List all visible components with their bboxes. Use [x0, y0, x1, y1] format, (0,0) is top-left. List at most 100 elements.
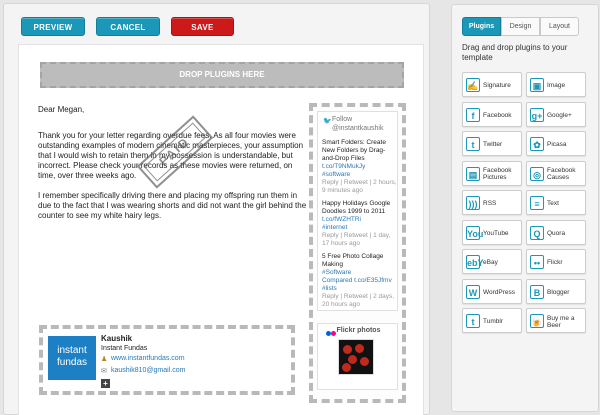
- tweet-text: Smart Folders: Create New Folders by Dra…: [322, 139, 386, 162]
- signature-widget[interactable]: instant fundas Kaushik Instant Fundas ♟ w…: [45, 331, 289, 389]
- flickr-icon: ••: [530, 255, 544, 269]
- plugin-text[interactable]: ≡ Text: [526, 190, 586, 215]
- wordpress-icon: W: [466, 284, 480, 299]
- plugin-blogger[interactable]: B Blogger: [526, 278, 586, 304]
- facebook-icon: f: [466, 107, 480, 122]
- googleplus-icon: g+: [530, 107, 544, 122]
- letter-greeting: Dear Megan,: [38, 105, 85, 114]
- tweet: Smart Folders: Create New Folders by Dra…: [322, 139, 397, 195]
- plugin-label: Twitter: [483, 141, 503, 148]
- plugin-label: Picasa: [547, 141, 567, 148]
- plugin-signature[interactable]: ✍ Signature: [462, 72, 522, 97]
- tweet-text: 5 Free Photo Collage Making: [322, 253, 384, 268]
- plugin-label: Text: [547, 200, 559, 207]
- plugin-image[interactable]: ▣ Image: [526, 72, 586, 97]
- twitter-handle[interactable]: @instantkaushik: [332, 124, 383, 133]
- tab-layout[interactable]: Layout: [540, 17, 579, 36]
- ebay-icon: ebY: [466, 255, 484, 269]
- preview-button[interactable]: PREVIEW: [21, 17, 85, 36]
- plugin-buy-me-a-beer[interactable]: 🍺 Buy me a Beer: [526, 308, 586, 333]
- tumblr-icon: t: [466, 314, 480, 328]
- twitter-widget[interactable]: 🐦 Follow @instantkaushik Smart Folders: …: [317, 111, 398, 311]
- plugin-facebook-pictures[interactable]: ▤ Facebook Pictures: [462, 160, 522, 186]
- logo-line: fundas: [56, 357, 88, 368]
- blogger-icon: B: [530, 284, 544, 299]
- tweet-meta: Reply | Retweet | 2 days, 20 hours ago: [322, 293, 395, 308]
- beer-icon: 🍺: [530, 314, 544, 328]
- plugin-label: Signature: [483, 82, 511, 89]
- text-icon: ≡: [530, 196, 544, 210]
- plugin-label: Facebook Pictures: [483, 167, 512, 181]
- plugin-wordpress[interactable]: W WordPress: [462, 278, 522, 304]
- rss-icon: ))): [466, 196, 480, 210]
- signature-website[interactable]: www.instantfundas.com: [111, 355, 185, 362]
- signature-email-row[interactable]: ✉ kaushik810@gmail.com: [101, 367, 185, 375]
- image-icon: ▣: [530, 78, 544, 92]
- plugin-rss[interactable]: ))) RSS: [462, 190, 522, 215]
- letter-paragraph: I remember specifically driving there an…: [38, 191, 307, 220]
- signature-website-row[interactable]: ♟ www.instantfundas.com: [101, 355, 185, 363]
- save-button[interactable]: SAVE: [171, 17, 234, 36]
- editor-panel: PREVIEW CANCEL SAVE DROP PLUGINS HERE De…: [3, 3, 430, 415]
- tweet-hashtag[interactable]: #internet: [322, 224, 397, 232]
- flickr-widget[interactable]: Flickr photos: [317, 323, 398, 390]
- plugin-twitter[interactable]: t Twitter: [462, 131, 522, 156]
- tweet-text: Happy Holidays Google Doodles 1999 to 20…: [322, 200, 391, 215]
- add-icon[interactable]: +: [101, 379, 110, 388]
- plugin-facebook-causes[interactable]: ◎ Facebook Causes: [526, 160, 586, 186]
- signature-icon: ✍: [466, 78, 480, 92]
- tweet-link[interactable]: t.co/T9NMukJy: [322, 163, 397, 171]
- plugin-instructions: Drag and drop plugins to your template: [462, 43, 568, 62]
- plugin-tumblr[interactable]: t Tumblr: [462, 308, 522, 333]
- plugin-label: Tumblr: [483, 318, 503, 325]
- plugin-label: Flickr: [547, 259, 563, 266]
- plugin-flickr[interactable]: •• Flickr: [526, 249, 586, 274]
- plugin-label: RSS: [483, 200, 497, 207]
- tweet-hashtag[interactable]: Compared t.co/E35Jfmv #lists: [322, 277, 397, 293]
- flickr-photo[interactable]: [338, 339, 374, 375]
- person-icon: ♟: [101, 356, 108, 363]
- plugin-label: Facebook Causes: [547, 167, 576, 181]
- twitter-follow-label: Follow: [332, 116, 353, 123]
- twitter-icon: t: [466, 137, 480, 151]
- signature-name: Kaushik: [101, 334, 133, 343]
- facebook-causes-icon: ◎: [530, 166, 544, 181]
- logo-line: instant: [57, 345, 87, 356]
- tweet: Happy Holidays Google Doodles 1999 to 20…: [322, 200, 397, 248]
- plugin-panel: Plugins Design Layout Drag and drop plug…: [451, 4, 599, 412]
- panel-tabs: Plugins Design Layout: [462, 17, 579, 36]
- plugin-label: WordPress: [483, 288, 516, 296]
- plugin-quora[interactable]: Q Quora: [526, 219, 586, 245]
- plugin-label: Quora: [547, 229, 566, 237]
- flickr-widget-title: Flickr photos: [336, 327, 381, 334]
- plugin-dropzone[interactable]: DROP PLUGINS HERE: [40, 62, 404, 88]
- plugin-ebay[interactable]: ebY eBay: [462, 249, 522, 274]
- template-canvas: DROP PLUGINS HERE Dear Megan, Thank you …: [18, 44, 424, 415]
- tab-design[interactable]: Design: [501, 17, 540, 36]
- sidebar-dropzone[interactable]: 🐦 Follow @instantkaushik Smart Folders: …: [309, 103, 406, 403]
- cancel-button[interactable]: CANCEL: [96, 17, 160, 36]
- signature-logo: instant fundas: [48, 336, 96, 380]
- signature-company: Instant Fundas: [101, 345, 148, 352]
- plugin-youtube[interactable]: You YouTube: [462, 219, 522, 245]
- tweet-meta: Reply | Retweet | 2 hours, 9 minutes ago: [322, 179, 397, 194]
- youtube-icon: You: [466, 225, 483, 240]
- plugin-facebook[interactable]: f Facebook: [462, 101, 522, 127]
- tweet-link[interactable]: t.co/fWZHTRi: [322, 216, 397, 224]
- facebook-pictures-icon: ▤: [466, 166, 480, 181]
- signature-email[interactable]: kaushik810@gmail.com: [111, 367, 185, 374]
- tweet-link[interactable]: #Software: [322, 269, 397, 277]
- mail-icon: ✉: [101, 368, 107, 375]
- tweet-hashtag[interactable]: #software: [322, 171, 397, 179]
- plugin-label: Buy me a Beer: [547, 314, 575, 329]
- plugin-label: Google+: [547, 111, 572, 119]
- plugin-label: Blogger: [547, 288, 570, 296]
- tab-plugins[interactable]: Plugins: [462, 17, 501, 36]
- plugin-picasa[interactable]: ✿ Picasa: [526, 131, 586, 156]
- signature-dropzone[interactable]: instant fundas Kaushik Instant Fundas ♟ w…: [39, 325, 295, 395]
- tweet-list: Smart Folders: Create New Folders by Dra…: [322, 139, 397, 314]
- plugin-label: Image: [547, 82, 566, 89]
- picasa-icon: ✿: [530, 137, 544, 151]
- tweet-meta: Reply | Retweet | 1 day, 17 hours ago: [322, 232, 391, 247]
- plugin-google-[interactable]: g+ Google+: [526, 101, 586, 127]
